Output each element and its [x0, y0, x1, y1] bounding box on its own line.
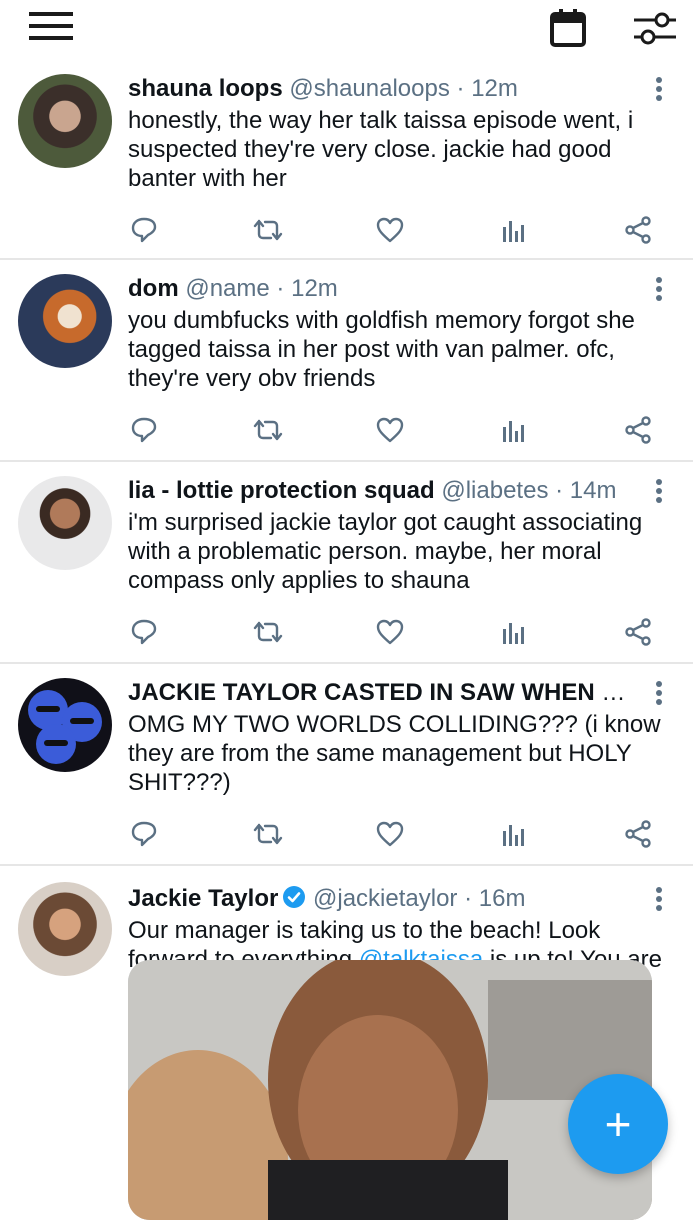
- tweet[interactable]: JACKIE TAYLOR CASTED IN SAW WHEN @... OM…: [0, 664, 693, 866]
- separator-dot: ·: [456, 75, 465, 102]
- compose-button[interactable]: +: [568, 1074, 668, 1174]
- more-options-icon[interactable]: [647, 678, 671, 708]
- tweet-actions: [118, 612, 668, 652]
- heart-icon[interactable]: [368, 410, 412, 450]
- verified-badge-icon: [283, 886, 306, 908]
- analytics-icon[interactable]: [492, 410, 536, 450]
- author-handle[interactable]: @liabetes: [441, 477, 548, 504]
- tweet[interactable]: dom @name · 12m you dumbfucks with goldf…: [0, 260, 693, 462]
- calendar-icon[interactable]: [546, 6, 590, 50]
- tweet-text: you dumbfucks with goldfish memory forgo…: [128, 307, 635, 392]
- author-name[interactable]: JACKIE TAYLOR CASTED IN SAW WHEN: [128, 679, 595, 706]
- tweet-header: Jackie Taylor @jackietaylor · 16m: [128, 884, 645, 914]
- tweet-text: OMG MY TWO WORLDS COLLIDING??? (i know t…: [128, 711, 661, 796]
- emoji-avatar-art: [28, 690, 102, 764]
- separator-dot: ·: [464, 885, 473, 912]
- tweet-media-image[interactable]: [128, 960, 652, 1220]
- reply-icon[interactable]: [122, 814, 166, 854]
- retweet-icon[interactable]: [246, 410, 290, 450]
- reply-icon[interactable]: [122, 410, 166, 450]
- tweet-actions: [118, 410, 668, 450]
- tweet-actions: [118, 210, 668, 250]
- avatar[interactable]: [18, 882, 112, 976]
- retweet-icon[interactable]: [246, 612, 290, 652]
- timestamp: 12m: [291, 275, 338, 302]
- author-handle[interactable]: @jackietaylor: [313, 885, 457, 912]
- more-options-icon[interactable]: [647, 884, 671, 914]
- tweet[interactable]: lia - lottie protection squad @liabetes …: [0, 462, 693, 664]
- author-name[interactable]: shauna loops: [128, 75, 283, 102]
- retweet-icon[interactable]: [246, 814, 290, 854]
- avatar[interactable]: [18, 74, 112, 168]
- separator-dot: ·: [555, 477, 564, 504]
- tweet-header: JACKIE TAYLOR CASTED IN SAW WHEN @...: [128, 678, 645, 708]
- tweet-header: shauna loops @shaunaloops · 12m: [128, 74, 645, 104]
- tweet-text: honestly, the way her talk taissa episod…: [128, 107, 634, 192]
- share-icon[interactable]: [616, 210, 660, 250]
- more-options-icon[interactable]: [647, 476, 671, 506]
- analytics-icon[interactable]: [492, 210, 536, 250]
- timestamp: 12m: [471, 75, 518, 102]
- author-handle[interactable]: @shaunaloops: [289, 75, 449, 102]
- author-name[interactable]: dom: [128, 275, 179, 302]
- share-icon[interactable]: [616, 410, 660, 450]
- tweet-header: dom @name · 12m: [128, 274, 645, 304]
- sliders-icon[interactable]: [630, 6, 680, 50]
- analytics-icon[interactable]: [492, 814, 536, 854]
- tweet[interactable]: shauna loops @shaunaloops · 12m honestly…: [0, 60, 693, 260]
- tweet-actions: [118, 814, 668, 854]
- author-name[interactable]: lia - lottie protection squad: [128, 477, 435, 504]
- reply-icon[interactable]: [122, 210, 166, 250]
- author-handle[interactable]: @name: [185, 275, 269, 302]
- timestamp: 14m: [569, 477, 617, 504]
- separator-dot: ·: [276, 275, 285, 302]
- analytics-icon[interactable]: [492, 612, 536, 652]
- avatar[interactable]: [18, 274, 112, 368]
- plus-icon: +: [604, 1098, 632, 1150]
- author-name[interactable]: Jackie Taylor: [128, 885, 278, 912]
- reply-icon[interactable]: [122, 612, 166, 652]
- avatar[interactable]: [18, 476, 112, 570]
- tweet-text: i'm surprised jackie taylor got caught a…: [128, 509, 643, 594]
- share-icon[interactable]: [616, 814, 660, 854]
- avatar[interactable]: [18, 678, 112, 772]
- author-handle[interactable]: @...: [601, 679, 645, 706]
- top-app-bar: [0, 0, 693, 60]
- tweet-header: lia - lottie protection squad @liabetes …: [128, 476, 645, 506]
- more-options-icon[interactable]: [647, 274, 671, 304]
- share-icon[interactable]: [616, 612, 660, 652]
- heart-icon[interactable]: [368, 612, 412, 652]
- photo-placeholder: [128, 960, 652, 1220]
- hamburger-icon[interactable]: [26, 10, 76, 42]
- retweet-icon[interactable]: [246, 210, 290, 250]
- more-options-icon[interactable]: [647, 74, 671, 104]
- heart-icon[interactable]: [368, 814, 412, 854]
- timestamp: 16m: [478, 885, 526, 912]
- heart-icon[interactable]: [368, 210, 412, 250]
